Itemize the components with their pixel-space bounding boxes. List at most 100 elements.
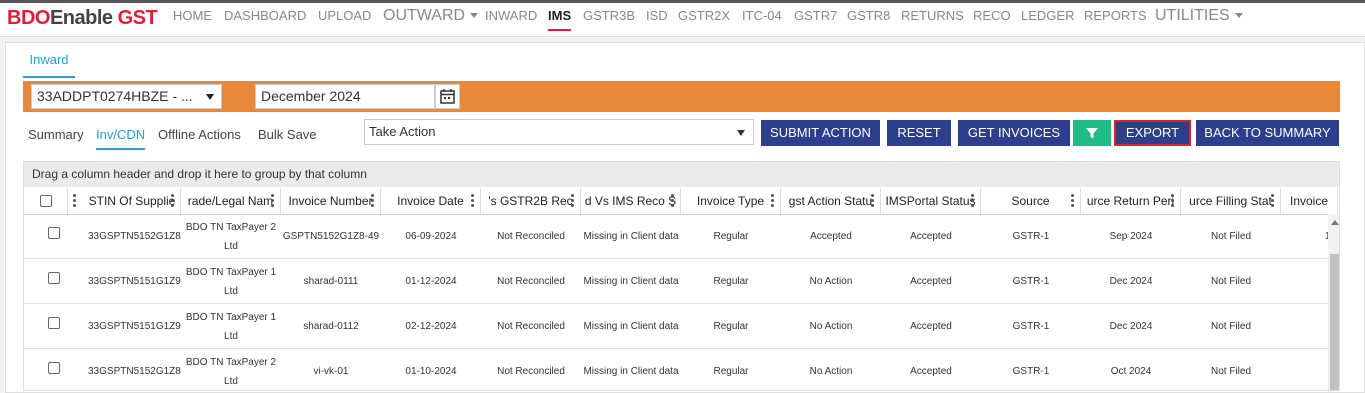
column-header[interactable]: urce Filling Stat bbox=[1181, 188, 1281, 214]
table-cell: No Action bbox=[809, 366, 853, 377]
table-row[interactable]: 33GSPTN5151G1Z9 BDO TN TaxPayer 1 Ltd shar… bbox=[24, 304, 1336, 349]
table-row[interactable]: 33GSPTN5152G1Z8 BDO TN TaxPayer 2 Ltd vi-v… bbox=[24, 349, 1336, 390]
tab-inward[interactable]: Inward bbox=[23, 52, 75, 78]
table-cell: Accepted bbox=[910, 231, 952, 242]
column-menu-icon[interactable] bbox=[371, 194, 374, 208]
nav-label: UPLOAD bbox=[318, 8, 372, 23]
row-checkbox[interactable] bbox=[48, 272, 60, 284]
row-checkbox[interactable] bbox=[48, 227, 60, 239]
nav-returns[interactable]: RETURNS bbox=[901, 3, 964, 36]
column-header[interactable]: gst Action Statu bbox=[781, 188, 881, 214]
column-header[interactable]: Invoice Type bbox=[681, 188, 781, 214]
nav-upload[interactable]: UPLOAD bbox=[318, 3, 371, 36]
nav-inward[interactable]: INWARD bbox=[485, 3, 537, 36]
table-cell: Not Filed bbox=[1210, 321, 1251, 332]
back-to-summary-button[interactable]: BACK TO SUMMARY bbox=[1196, 120, 1339, 146]
nav-gstr8[interactable]: GSTR8 bbox=[847, 3, 890, 36]
row-checkbox[interactable] bbox=[48, 317, 60, 329]
nav-utilities[interactable]: UTILITIES bbox=[1155, 3, 1243, 36]
table-cell: BDO TN TaxPayer 2 Ltd bbox=[185, 221, 277, 252]
nav-label: INWARD bbox=[485, 8, 538, 23]
table-cell: 33GSPTN5151G1Z9 bbox=[88, 276, 181, 287]
column-menu-icon[interactable] bbox=[1271, 194, 1274, 208]
column-header[interactable]: Invoice bbox=[1281, 188, 1338, 214]
select-all-cell bbox=[24, 188, 68, 214]
column-menu-icon[interactable] bbox=[871, 194, 874, 208]
column-header[interactable]: Source bbox=[981, 188, 1081, 214]
period-input[interactable]: December 2024 bbox=[255, 84, 435, 109]
nav-gstr7[interactable]: GSTR7 bbox=[794, 3, 837, 36]
take-action-select[interactable]: Take Action bbox=[364, 119, 754, 145]
group-by-area[interactable]: Drag a column header and drop it here to… bbox=[24, 162, 1339, 187]
gstin-select[interactable]: 33ADDPT0274HBZE - ... bbox=[31, 84, 222, 109]
filter-button[interactable] bbox=[1073, 120, 1111, 146]
table-cell: Missing in Client data bbox=[583, 366, 679, 377]
table-row[interactable]: 33GSPTN5151G1Z9 BDO TN TaxPayer 1 Ltd shar… bbox=[24, 259, 1336, 304]
nav-home[interactable]: HOME bbox=[173, 3, 212, 36]
get-invoices-button[interactable]: GET INVOICES bbox=[958, 120, 1070, 146]
table-cell: Regular bbox=[713, 276, 749, 287]
column-menu-icon[interactable] bbox=[73, 194, 76, 208]
nav-reports[interactable]: REPORTS bbox=[1084, 3, 1147, 36]
column-menu-icon[interactable] bbox=[971, 194, 974, 208]
column-header[interactable]: 's GSTR2B Rec bbox=[481, 188, 581, 214]
subtab-bulk-save[interactable]: Bulk Save bbox=[258, 124, 317, 148]
table-cell: 33GSPTN5152G1Z8 bbox=[88, 366, 181, 377]
table-cell: Not Reconciled bbox=[497, 366, 565, 377]
submit-action-button[interactable]: SUBMIT ACTION bbox=[761, 120, 880, 146]
table-cell: 01-12-2024 bbox=[405, 276, 457, 287]
table-cell: No Action bbox=[809, 276, 853, 287]
table-cell: Missing in Client data bbox=[583, 276, 679, 287]
reset-button[interactable]: RESET bbox=[887, 120, 951, 146]
column-header[interactable]: IMSPortal Status bbox=[881, 188, 981, 214]
nav-itc-04[interactable]: ITC-04 bbox=[742, 3, 782, 36]
chevron-down-icon bbox=[1234, 13, 1243, 19]
table-cell: Regular bbox=[713, 231, 749, 242]
column-header[interactable]: STIN Of Supplie bbox=[84, 188, 181, 214]
table-cell: Not Reconciled bbox=[497, 276, 565, 287]
table-cell: Accepted bbox=[810, 231, 852, 242]
nav-outward[interactable]: OUTWARD bbox=[383, 3, 479, 36]
table-row[interactable]: 33GSPTN5152G1Z8 BDO TN TaxPayer 2 Ltd GSPT… bbox=[24, 214, 1336, 259]
scroll-up-icon[interactable] bbox=[1331, 220, 1339, 225]
calendar-button[interactable] bbox=[435, 84, 460, 109]
column-menu-icon[interactable] bbox=[671, 194, 674, 208]
nav-isd[interactable]: ISD bbox=[646, 3, 668, 36]
column-menu-icon[interactable] bbox=[171, 194, 174, 208]
nav-reco[interactable]: RECO bbox=[973, 3, 1011, 36]
row-checkbox[interactable] bbox=[48, 362, 60, 374]
column-menu-icon[interactable] bbox=[1071, 194, 1074, 208]
subtab-offline-actions[interactable]: Offline Actions bbox=[158, 124, 241, 148]
nav-gstr3b[interactable]: GSTR3B bbox=[583, 3, 635, 36]
nav-label: IMS bbox=[548, 8, 572, 23]
grid-header: STIN Of Supplie rade/Legal Nam Invoice Num… bbox=[24, 188, 1339, 215]
table-cell: BDO TN TaxPayer 1 Ltd bbox=[185, 266, 277, 297]
column-header[interactable]: d Vs IMS Reco S bbox=[581, 188, 681, 214]
scroll-thumb[interactable] bbox=[1330, 254, 1339, 390]
nav-ledger[interactable]: LEDGER bbox=[1021, 3, 1074, 36]
column-menu-icon[interactable] bbox=[271, 194, 274, 208]
column-header[interactable]: Invoice Date bbox=[381, 188, 481, 214]
export-button[interactable]: EXPORT bbox=[1114, 120, 1191, 146]
nav-ims[interactable]: IMS bbox=[548, 3, 572, 36]
vertical-scrollbar[interactable] bbox=[1328, 214, 1339, 390]
chevron-down-icon bbox=[737, 130, 745, 136]
chevron-down-icon bbox=[470, 13, 479, 19]
column-menu-icon[interactable] bbox=[771, 194, 774, 208]
column-header[interactable]: urce Return Peri bbox=[1081, 188, 1181, 214]
subtab-summary[interactable]: Summary bbox=[28, 124, 84, 148]
nav-dashboard[interactable]: DASHBOARD bbox=[224, 3, 306, 36]
nav-label: OUTWARD bbox=[383, 7, 466, 24]
brand-logo[interactable]: BDOEnable GST bbox=[7, 7, 158, 30]
table-cell: 02-12-2024 bbox=[405, 321, 457, 332]
column-menu-icon[interactable] bbox=[571, 194, 574, 208]
column-menu-icon[interactable] bbox=[1171, 194, 1174, 208]
nav-gstr2x[interactable]: GSTR2X bbox=[678, 3, 730, 36]
table-cell: Missing in Client data bbox=[583, 231, 679, 242]
column-header[interactable]: Invoice Number bbox=[281, 188, 381, 214]
column-menu-icon[interactable] bbox=[471, 194, 474, 208]
column-header[interactable]: rade/Legal Nam bbox=[181, 188, 281, 214]
subtab-inv-cdn[interactable]: Inv/CDN bbox=[96, 124, 146, 150]
select-all-checkbox[interactable] bbox=[40, 195, 52, 207]
table-cell: Oct 2024 bbox=[1110, 366, 1152, 377]
